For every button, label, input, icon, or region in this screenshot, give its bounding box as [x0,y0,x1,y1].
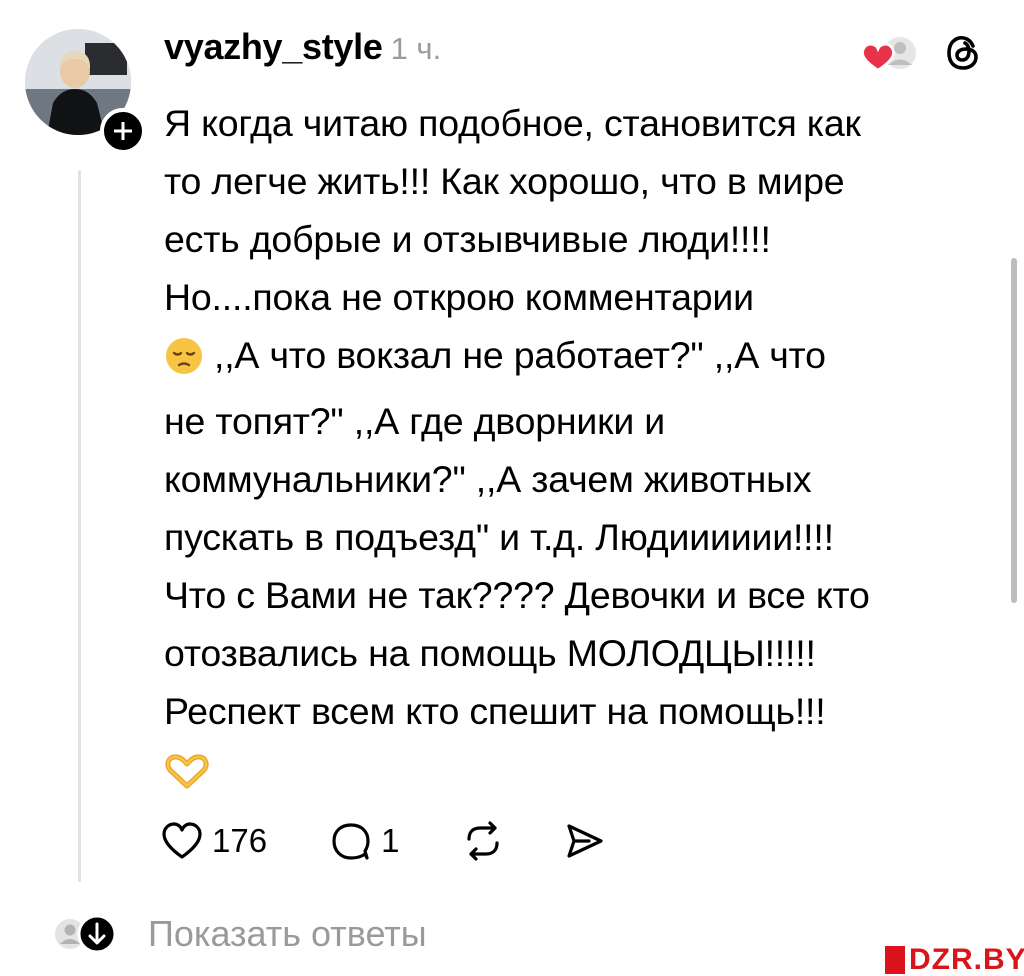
thread-line [78,170,81,882]
post-line: то легче жить!!! Как хорошо, что в мире [164,160,845,202]
post-line: ,,А что вокзал не работает?" ,,А что [214,334,826,376]
like-count: 176 [212,822,268,859]
post-line: коммунальники?" ,,А зачем животных [164,458,812,500]
watermark-text: DZR.BY [909,943,1024,976]
threads-logo-icon[interactable] [944,33,984,73]
repost-button[interactable] [461,820,505,862]
send-icon [567,824,604,858]
pensive-face-emoji [164,334,204,392]
repost-icon [467,821,500,861]
comment-bubble-icon [332,823,370,860]
follow-plus-button[interactable] [100,108,146,154]
post-line: не топят?" ,,А где дворники и [164,400,666,442]
replies-avatars-icon [55,914,117,954]
share-button[interactable] [561,820,607,862]
post-line: отозвались на помощь МОЛОДЦЫ!!!!! [164,632,816,674]
watermark-mark [885,946,905,974]
heart-hands-emoji [164,748,210,806]
post-line: Респект всем кто спешит на помощь!!! [164,690,826,732]
post-line: Я когда читаю подобное, становится как [164,102,861,144]
likers-avatars-icon[interactable] [858,32,922,74]
reply-count: 1 [381,822,400,859]
show-replies-label: Показать ответы [148,913,427,954]
post-actions: 176 1 [160,814,607,868]
watermark-logo: DZR.BY [885,943,1024,976]
post-timestamp: 1 ч. [390,31,442,66]
plus-icon [114,122,132,140]
show-replies-link[interactable]: Показать ответы [50,905,427,963]
post-line: пускать в подъезд" и т.д. Людииииии!!!! [164,516,834,558]
post-line: Но....пока не открою комментарии [164,276,754,318]
reply-button[interactable]: 1 [329,820,399,862]
heart-outline-icon [162,822,202,859]
post-body: Я когда читаю подобное, становится как т… [164,94,1004,806]
like-button[interactable]: 176 [160,820,267,862]
post-header: vyazhy_style 1 ч. [164,26,441,76]
post-line: Что с Вами не так???? Девочки и все кто [164,574,870,616]
username-link[interactable]: vyazhy_style [164,26,383,68]
post-line: есть добрые и отзывчивые люди!!!! [164,218,771,260]
scrollbar[interactable] [1011,258,1017,603]
